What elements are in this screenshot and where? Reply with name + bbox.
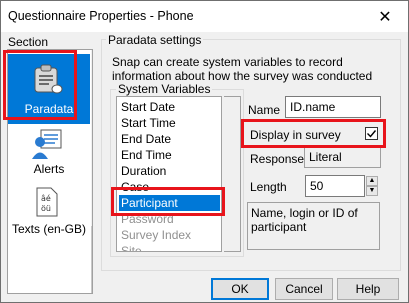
svg-text:âé: âé — [41, 193, 51, 203]
list-item[interactable]: Site — [119, 243, 220, 251]
length-label: Length — [250, 180, 287, 194]
paradata-settings-label: Paradata settings — [106, 33, 204, 47]
section-item-label: Texts (en-GB) — [11, 222, 86, 236]
texts-language-icon: âé öü — [31, 186, 63, 218]
properties-dialog: Questionnaire Properties - Phone ✕ Secti… — [0, 0, 409, 303]
list-item[interactable]: End Date — [119, 131, 220, 147]
section-item-label: Alerts — [33, 162, 65, 176]
display-in-survey-checkbox[interactable] — [365, 127, 378, 140]
cancel-button[interactable]: Cancel — [275, 278, 333, 300]
response-field: Literal — [304, 146, 381, 168]
window-title: Questionnaire Properties - Phone — [8, 9, 194, 23]
response-label: Response — [250, 152, 305, 166]
list-item[interactable]: End Time — [119, 147, 220, 163]
section-item-texts[interactable]: âé öü Texts (en-GB) — [8, 186, 90, 240]
list-item[interactable]: Duration — [119, 163, 220, 179]
title-bar: Questionnaire Properties - Phone ✕ — [1, 1, 408, 32]
length-field[interactable]: 50 — [305, 175, 365, 197]
list-item[interactable]: Start Time — [119, 115, 220, 131]
section-item-alerts[interactable]: Alerts — [8, 128, 90, 182]
svg-text:öü: öü — [41, 204, 51, 213]
section-item-label: Paradata — [24, 102, 74, 116]
clipboard-document-icon — [31, 62, 63, 94]
ok-button[interactable]: OK — [211, 278, 269, 300]
help-button[interactable]: Help — [337, 278, 399, 300]
list-item-selected[interactable]: Participant — [119, 195, 220, 211]
system-variables-label: System Variables — [116, 82, 213, 96]
length-increase-button[interactable]: ▲ — [366, 176, 378, 186]
user-alert-icon — [31, 128, 63, 160]
name-field[interactable]: ID.name — [285, 96, 381, 118]
section-item-paradata[interactable]: Paradata — [8, 54, 90, 124]
section-list: Paradata Alerts âé öü Texts (en-GB) — [7, 49, 93, 294]
list-item[interactable]: Survey Index — [119, 227, 220, 243]
variable-description: Name, login or ID of participant — [247, 202, 380, 250]
list-item[interactable]: Case — [119, 179, 220, 195]
system-variables-list: Start Date Start Time End Date End Time … — [116, 96, 222, 252]
section-scrollbar-thumb[interactable] — [91, 226, 92, 293]
paradata-description: Snap can create system variables to reco… — [112, 55, 373, 83]
close-icon[interactable]: ✕ — [362, 1, 408, 32]
list-item[interactable]: Password — [119, 211, 220, 227]
variables-scrollbar[interactable] — [224, 96, 241, 252]
list-item[interactable]: Start Date — [119, 99, 220, 115]
display-in-survey-label: Display in survey — [250, 128, 341, 142]
check-icon — [367, 130, 377, 138]
length-decrease-button[interactable]: ▼ — [366, 186, 378, 196]
name-label: Name — [248, 103, 281, 117]
section-label: Section — [8, 35, 49, 49]
section-scrollbar[interactable] — [91, 50, 92, 293]
